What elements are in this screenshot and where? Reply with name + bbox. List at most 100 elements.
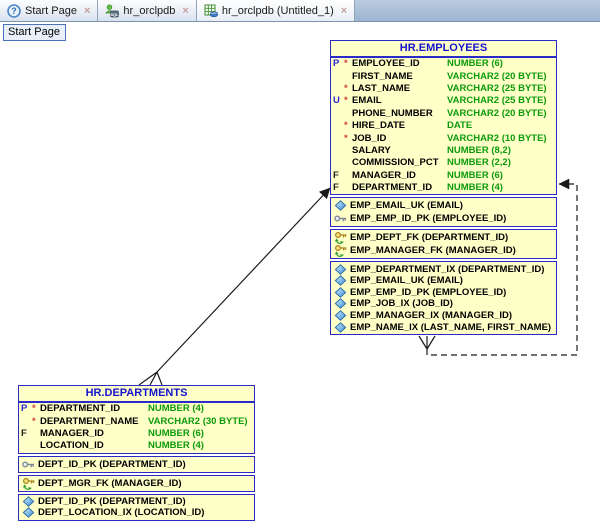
start-page-tooltip: Start Page bbox=[3, 24, 66, 41]
column-row: FIRST_NAMEVARCHAR2 (20 BYTE) bbox=[331, 70, 556, 82]
column-name: JOB_ID bbox=[352, 133, 447, 145]
column-row: U*EMAILVARCHAR2 (25 BYTE) bbox=[331, 95, 556, 107]
column-type: NUMBER (4) bbox=[148, 403, 252, 415]
fk-label: EMP_MANAGER_FK (MANAGER_ID) bbox=[350, 245, 516, 256]
column-type: VARCHAR2 (30 BYTE) bbox=[148, 416, 252, 428]
fk-label: DEPT_MGR_FK (MANAGER_ID) bbox=[38, 478, 182, 489]
column-type: NUMBER (8,2) bbox=[447, 145, 554, 157]
svg-text:?: ? bbox=[11, 6, 17, 16]
index-row: EMP_MANAGER_IX (MANAGER_ID) bbox=[331, 310, 556, 322]
index-label: EMP_DEPARTMENT_IX (DEPARTMENT_ID) bbox=[350, 264, 544, 275]
diamond-icon bbox=[22, 507, 35, 519]
required-star: * bbox=[344, 58, 352, 70]
fk-key-icon bbox=[334, 244, 347, 257]
tab-label: hr_orclpdb bbox=[123, 5, 175, 17]
tab-bar: ? Start Page × SQL hr_orclpdb × hr_orclp… bbox=[0, 0, 600, 22]
index-label: EMP_NAME_IX (LAST_NAME, FIRST_NAME) bbox=[350, 322, 551, 333]
column-list: P*EMPLOYEE_IDNUMBER (6) FIRST_NAMEVARCHA… bbox=[331, 58, 556, 194]
column-row: FMANAGER_IDNUMBER (6) bbox=[331, 170, 556, 182]
fk-key-icon bbox=[22, 477, 35, 490]
column-name: DEPARTMENT_ID bbox=[352, 182, 447, 194]
column-row: LOCATION_IDNUMBER (4) bbox=[19, 440, 254, 452]
fk-label: EMP_DEPT_FK (DEPARTMENT_ID) bbox=[350, 232, 508, 243]
close-icon[interactable]: × bbox=[182, 5, 188, 17]
diamond-icon bbox=[334, 298, 347, 310]
required-star: * bbox=[32, 416, 40, 428]
column-type: VARCHAR2 (25 BYTE) bbox=[447, 95, 554, 107]
column-row: *JOB_IDVARCHAR2 (10 BYTE) bbox=[331, 132, 556, 144]
diamond-icon bbox=[334, 310, 347, 322]
column-type: DATE bbox=[447, 120, 554, 132]
column-type: VARCHAR2 (20 BYTE) bbox=[447, 71, 554, 83]
foreign-keys-section: DEPT_MGR_FK (MANAGER_ID) bbox=[18, 475, 255, 492]
key-marker: F bbox=[21, 428, 32, 440]
required-star: * bbox=[344, 120, 352, 132]
keys-section: DEPT_ID_PK (DEPARTMENT_ID) bbox=[18, 456, 255, 473]
required-star: * bbox=[32, 403, 40, 415]
column-row: *DEPARTMENT_NAMEVARCHAR2 (30 BYTE) bbox=[19, 415, 254, 427]
column-row: COMMISSION_PCTNUMBER (2,2) bbox=[331, 157, 556, 169]
key-marker: P bbox=[21, 403, 32, 415]
key-row: EMP_EMAIL_UK (EMAIL) bbox=[331, 199, 556, 212]
fk-key-icon bbox=[334, 231, 347, 244]
required-star: * bbox=[344, 83, 352, 95]
column-type: VARCHAR2 (25 BYTE) bbox=[447, 83, 554, 95]
column-row: *LAST_NAMEVARCHAR2 (25 BYTE) bbox=[331, 83, 556, 95]
column-name: DEPARTMENT_NAME bbox=[40, 416, 148, 428]
fk-row: DEPT_MGR_FK (MANAGER_ID) bbox=[19, 477, 254, 490]
tab-worksheet[interactable]: SQL hr_orclpdb × bbox=[98, 0, 196, 21]
column-type: VARCHAR2 (10 BYTE) bbox=[447, 133, 554, 145]
table-hr-departments[interactable]: HR.DEPARTMENTS P*DEPARTMENT_IDNUMBER (4)… bbox=[18, 385, 255, 521]
key-marker: F bbox=[333, 182, 344, 194]
column-name: HIRE_DATE bbox=[352, 120, 447, 132]
column-type: VARCHAR2 (20 BYTE) bbox=[447, 108, 554, 120]
index-label: EMP_JOB_IX (JOB_ID) bbox=[350, 298, 453, 309]
key-icon bbox=[22, 458, 35, 471]
column-type: NUMBER (6) bbox=[447, 170, 554, 182]
column-name: EMAIL bbox=[352, 95, 447, 107]
key-icon bbox=[334, 212, 347, 225]
close-icon[interactable]: × bbox=[341, 5, 347, 17]
column-name: PHONE_NUMBER bbox=[352, 108, 447, 120]
column-type: NUMBER (6) bbox=[447, 58, 554, 70]
help-icon: ? bbox=[7, 4, 21, 18]
column-row: *HIRE_DATEDATE bbox=[331, 120, 556, 132]
close-icon[interactable]: × bbox=[84, 5, 90, 17]
column-name: MANAGER_ID bbox=[352, 170, 447, 182]
fk-row: EMP_DEPT_FK (DEPARTMENT_ID) bbox=[331, 231, 556, 244]
tab-start-page[interactable]: ? Start Page × bbox=[0, 0, 98, 21]
key-label: EMP_EMAIL_UK (EMAIL) bbox=[350, 200, 463, 211]
index-row: EMP_NAME_IX (LAST_NAME, FIRST_NAME) bbox=[331, 321, 556, 333]
column-name: FIRST_NAME bbox=[352, 71, 447, 83]
foreign-keys-section: EMP_DEPT_FK (DEPARTMENT_ID) EMP_MANAGER_… bbox=[330, 229, 557, 259]
diamond-icon bbox=[334, 275, 347, 287]
data-model-icon bbox=[204, 4, 218, 18]
column-name: EMPLOYEE_ID bbox=[352, 58, 447, 70]
diamond-icon bbox=[334, 321, 347, 333]
index-row: EMP_DEPARTMENT_IX (DEPARTMENT_ID) bbox=[331, 263, 556, 275]
key-marker: P bbox=[333, 58, 344, 70]
indexes-section: EMP_DEPARTMENT_IX (DEPARTMENT_ID) EMP_EM… bbox=[330, 261, 557, 335]
table-title: HR.EMPLOYEES bbox=[331, 41, 556, 58]
column-name: LAST_NAME bbox=[352, 83, 447, 95]
diamond-icon bbox=[334, 286, 347, 298]
table-hr-employees[interactable]: HR.EMPLOYEES P*EMPLOYEE_IDNUMBER (6) FIR… bbox=[330, 40, 557, 335]
index-row: EMP_JOB_IX (JOB_ID) bbox=[331, 298, 556, 310]
index-label: EMP_EMAIL_UK (EMAIL) bbox=[350, 275, 463, 286]
key-marker: U bbox=[333, 95, 344, 107]
column-row: SALARYNUMBER (8,2) bbox=[331, 145, 556, 157]
index-row: DEPT_ID_PK (DEPARTMENT_ID) bbox=[19, 496, 254, 508]
column-name: MANAGER_ID bbox=[40, 428, 148, 440]
column-type: NUMBER (4) bbox=[447, 182, 554, 194]
index-row: EMP_EMP_ID_PK (EMPLOYEE_ID) bbox=[331, 286, 556, 298]
diamond-icon bbox=[334, 199, 347, 212]
index-label: DEPT_LOCATION_IX (LOCATION_ID) bbox=[38, 507, 204, 518]
indexes-section: DEPT_ID_PK (DEPARTMENT_ID) DEPT_LOCATION… bbox=[18, 494, 255, 521]
tab-label: hr_orclpdb (Untitled_1) bbox=[222, 5, 334, 17]
column-type: NUMBER (2,2) bbox=[447, 157, 554, 169]
key-row: DEPT_ID_PK (DEPARTMENT_ID) bbox=[19, 458, 254, 471]
tab-model[interactable]: hr_orclpdb (Untitled_1) × bbox=[197, 0, 355, 21]
table-title: HR.DEPARTMENTS bbox=[19, 386, 254, 403]
required-star: * bbox=[344, 133, 352, 145]
index-label: DEPT_ID_PK (DEPARTMENT_ID) bbox=[38, 496, 186, 507]
